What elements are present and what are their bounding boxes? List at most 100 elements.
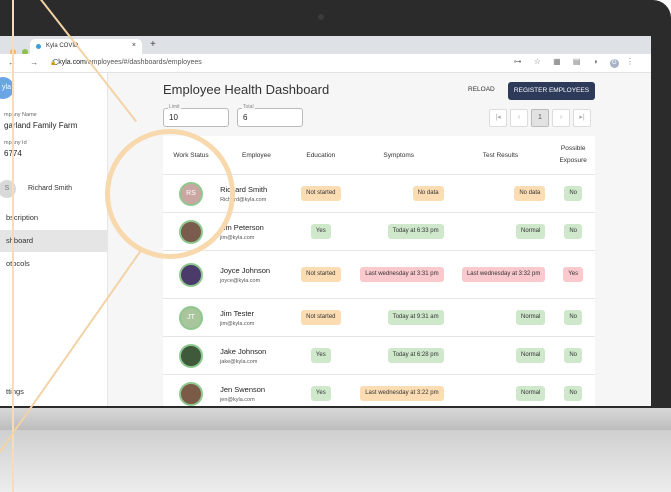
table-row[interactable]: Jen Swenson jen@kyla.com Yes Last wednesday…: [163, 374, 595, 406]
test-results-cell: Normal: [449, 336, 552, 375]
browser-window: Kyla COVID × + ← → C 🔒 kyla.com/employee…: [0, 36, 651, 406]
browser-tab[interactable]: Kyla COVID ×: [30, 39, 142, 54]
table-row[interactable]: Joyce Johnson joyce@kyla.com Not started La…: [163, 250, 595, 299]
symptoms-badge: No data: [412, 186, 444, 201]
lock-icon: 🔒: [50, 60, 57, 66]
highlight-ring: [105, 129, 235, 259]
exposure-badge: No: [564, 348, 583, 363]
employee-name[interactable]: Jim Tester: [220, 309, 293, 319]
symptoms-cell: Last wednesday at 3:22 pm: [347, 374, 450, 406]
table-row[interactable]: Jake Johnson jake@kyla.com Yes Today at 6:2…: [163, 336, 595, 375]
employee-email: jim@kyla.com: [220, 320, 255, 327]
work-status-cell: JT: [163, 298, 220, 337]
employee-email: jake@kyla.com: [220, 358, 258, 365]
sidebar-item-settings[interactable]: ttings: [0, 381, 107, 403]
symptoms-cell: Today at 6:33 pm: [347, 212, 450, 251]
table-row[interactable]: JT Jim Tester jim@kyla.com Not started Today…: [163, 298, 595, 337]
employee-avatar[interactable]: [179, 262, 204, 287]
education-cell: Not started: [293, 298, 348, 337]
url-field[interactable]: 🔒 kyla.com/employees/#/dashboards/employ…: [50, 59, 202, 66]
last-page-button[interactable]: ▸|: [573, 109, 591, 127]
sidebar-item-subscription[interactable]: bscription: [0, 207, 107, 229]
employee-avatar[interactable]: [179, 343, 204, 368]
employee-cell: Joyce Johnson joyce@kyla.com: [219, 250, 294, 299]
sidebar-item-dashboard[interactable]: shboard: [0, 230, 107, 252]
test-results-badge: No data: [514, 186, 546, 201]
employee-avatar[interactable]: [179, 381, 204, 406]
sidebar: yla mpany Name garland Family Farm mpany…: [0, 73, 108, 406]
education-cell: Yes: [293, 212, 348, 251]
education-badge: Not started: [301, 267, 341, 282]
limit-value: 10: [169, 113, 178, 122]
tab-bar: Kyla COVID × +: [0, 36, 651, 55]
total-value: 6: [243, 113, 248, 122]
first-page-button[interactable]: |◂: [489, 109, 507, 127]
total-label: Total: [242, 104, 255, 110]
exposure-cell: Yes: [551, 250, 595, 299]
extension-icon-group[interactable]: ⊶ ☆ ▦ ▤ ◑: [514, 57, 603, 66]
symptoms-badge: Today at 6:33 pm: [387, 224, 444, 239]
symptoms-badge: Last wednesday at 3:22 pm: [360, 386, 444, 401]
employee-name[interactable]: Jake Johnson: [220, 347, 293, 357]
employee-avatar[interactable]: JT: [179, 305, 204, 330]
laptop-base: [0, 408, 671, 430]
total-field[interactable]: Total 6: [237, 104, 303, 127]
sidebar-item-protocols[interactable]: otocols: [0, 253, 107, 275]
symptoms-cell: Today at 6:28 pm: [347, 336, 450, 375]
employee-name[interactable]: Jen Swenson: [220, 385, 293, 395]
test-results-cell: Normal: [449, 374, 552, 406]
prev-page-button[interactable]: ‹: [510, 109, 528, 127]
exposure-badge: Yes: [563, 267, 584, 282]
favicon-icon: [36, 44, 41, 49]
company-name: garland Family Farm: [4, 121, 78, 130]
col-symptoms[interactable]: Symptoms: [347, 136, 450, 175]
education-badge: Not started: [301, 310, 341, 325]
url-host: kyla.com: [58, 59, 86, 66]
employee-email: jen@kyla.com: [220, 396, 255, 403]
annotation-line: [12, 0, 14, 492]
url-path: /employees/#/dashboards/employees: [85, 59, 202, 66]
profile-avatar[interactable]: G: [609, 59, 619, 68]
reload-button[interactable]: RELOAD: [468, 86, 495, 93]
symptoms-cell: Last wednesday at 3:31 pm: [347, 250, 450, 299]
education-cell: Yes: [293, 336, 348, 375]
col-education[interactable]: Education: [293, 136, 348, 175]
symptoms-badge: Last wednesday at 3:31 pm: [360, 267, 444, 282]
symptoms-cell: No data: [347, 174, 450, 213]
limit-field[interactable]: Limit 10: [163, 104, 229, 127]
test-results-cell: Normal: [449, 212, 552, 251]
next-page-button[interactable]: ›: [552, 109, 570, 127]
register-employees-button[interactable]: REGISTER EMPLOYEES: [508, 82, 595, 100]
exposure-cell: No: [551, 298, 595, 337]
symptoms-badge: Today at 6:28 pm: [387, 348, 444, 363]
desk-surface: [0, 430, 671, 492]
app-body: yla mpany Name garland Family Farm mpany…: [0, 73, 651, 406]
exposure-cell: No: [551, 336, 595, 375]
page-title: Employee Health Dashboard: [163, 82, 330, 97]
company-id-label: mpany Id: [4, 140, 27, 146]
employee-name[interactable]: Jim Peterson: [220, 223, 293, 233]
user-name: Richard Smith: [28, 185, 72, 192]
current-page-button[interactable]: 1: [531, 109, 549, 127]
exposure-cell: No: [551, 212, 595, 251]
education-badge: Yes: [310, 348, 331, 363]
employee-email: joyce@kyla.com: [220, 277, 261, 284]
education-badge: Yes: [310, 386, 331, 401]
test-results-cell: Last wednesday at 3:32 pm: [449, 250, 552, 299]
exposure-cell: No: [551, 374, 595, 406]
exposure-badge: No: [564, 386, 583, 401]
employee-cell: Jake Johnson jake@kyla.com: [219, 336, 294, 375]
employee-name[interactable]: Joyce Johnson: [220, 266, 293, 276]
camera: [318, 14, 324, 20]
col-test-results[interactable]: Test Results: [449, 136, 552, 175]
browser-menu-icon[interactable]: ⋮: [626, 57, 639, 66]
exposure-cell: No: [551, 174, 595, 213]
test-results-badge: Normal: [516, 348, 546, 363]
education-badge: Yes: [310, 224, 331, 239]
test-results-badge: Normal: [516, 386, 546, 401]
close-tab-icon[interactable]: ×: [132, 42, 136, 49]
col-possible-exposure[interactable]: Possible Exposure: [551, 136, 595, 175]
symptoms-cell: Today at 9:31 am: [347, 298, 450, 337]
new-tab-button[interactable]: +: [150, 39, 156, 50]
test-results-badge: Last wednesday at 3:32 pm: [461, 267, 546, 282]
